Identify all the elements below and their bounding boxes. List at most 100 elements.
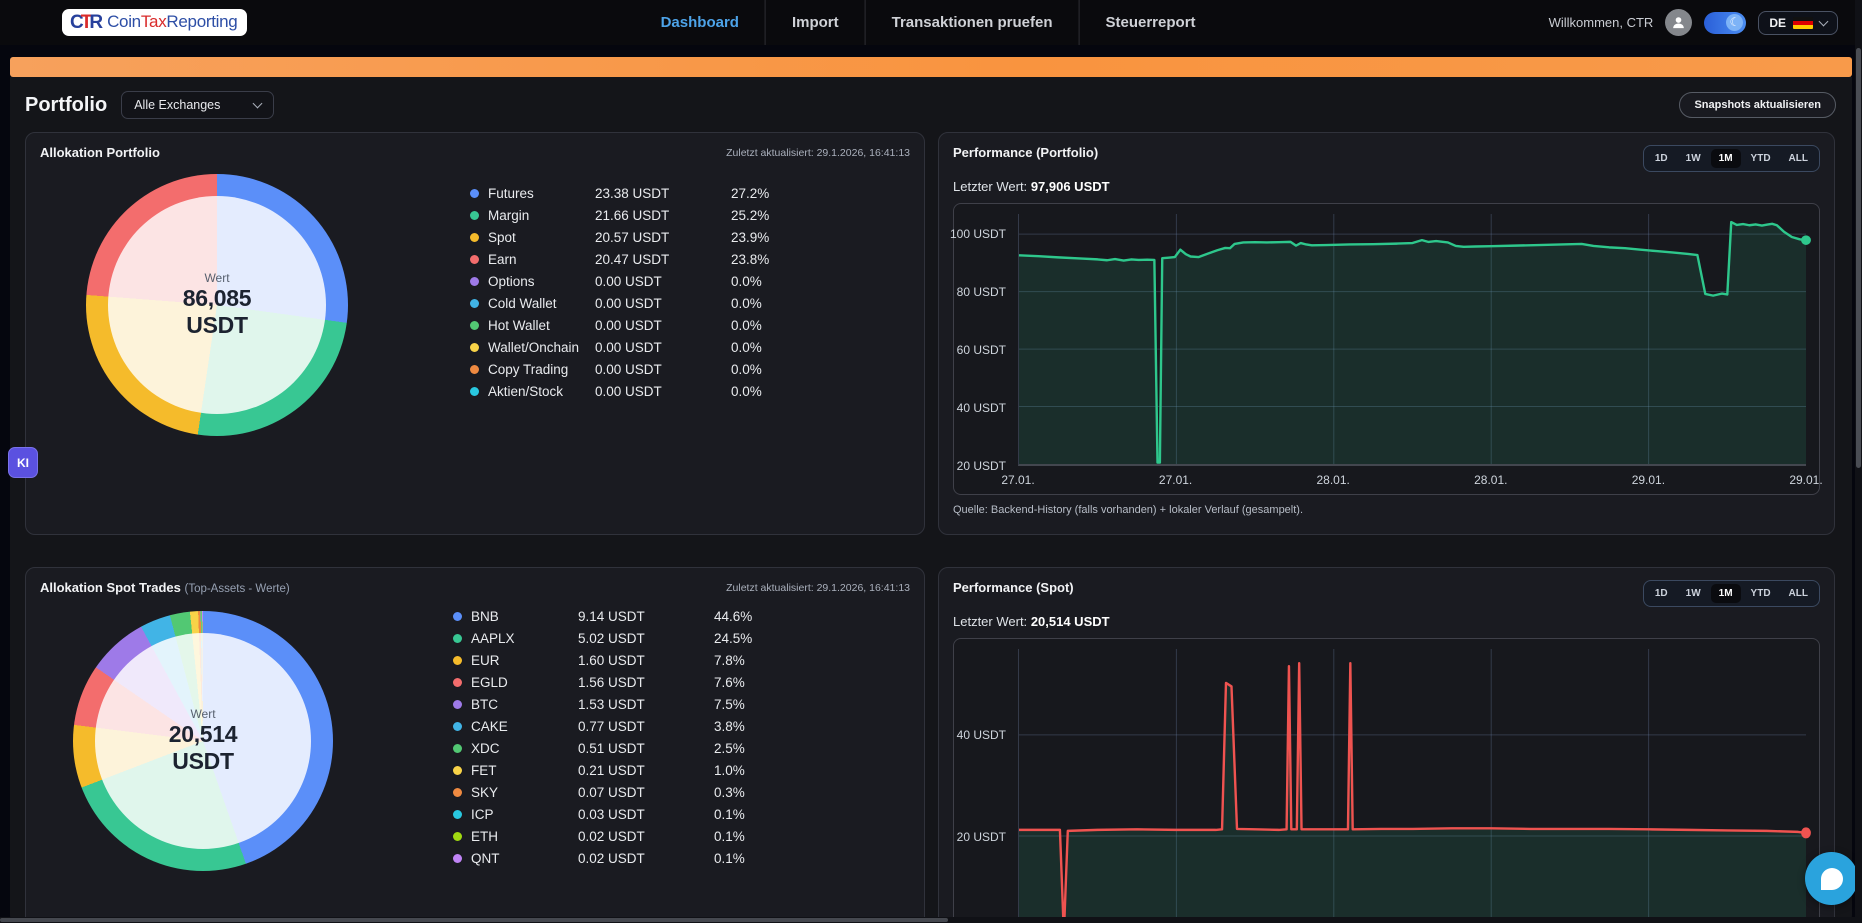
legend-percent: 0.0% bbox=[731, 274, 762, 289]
legend-item-icp: ICP0.03 USDT0.1% bbox=[453, 803, 752, 825]
y-axis: 0 USDT20 USDT40 USDT bbox=[954, 649, 1010, 923]
card-subtitle: (Top-Assets - Werte) bbox=[184, 583, 289, 595]
legend-value: 0.00 USDT bbox=[595, 384, 731, 399]
line-chart-svg bbox=[1019, 649, 1806, 923]
legend-item-eth: ETH0.02 USDT0.1% bbox=[453, 825, 752, 847]
user-avatar[interactable] bbox=[1665, 9, 1692, 36]
ctr-logo-icon: CTR bbox=[70, 13, 100, 32]
nav-item-transaktionen-pruefen[interactable]: Transaktionen pruefen bbox=[866, 0, 1079, 45]
nav-item-dashboard[interactable]: Dashboard bbox=[635, 0, 765, 45]
portfolio-performance-chart[interactable]: 20 USDT40 USDT60 USDT80 USDT100 USDT 27.… bbox=[953, 203, 1820, 495]
vertical-scrollbar-thumb[interactable] bbox=[1856, 48, 1861, 468]
legend-color-dot bbox=[470, 343, 479, 352]
legend-label: Margin bbox=[488, 208, 595, 223]
legend-percent: 0.1% bbox=[714, 829, 745, 844]
legend-value: 0.00 USDT bbox=[595, 340, 731, 355]
app-logo[interactable]: CTR CoinTaxReporting bbox=[62, 9, 247, 36]
legend-percent: 7.8% bbox=[714, 653, 745, 668]
legend-item-margin: Margin21.66 USDT25.2% bbox=[470, 204, 769, 226]
snapshots-refresh-button[interactable]: Snapshots aktualisieren bbox=[1679, 92, 1836, 118]
legend-percent: 0.0% bbox=[731, 296, 762, 311]
range-button-ytd[interactable]: YTD bbox=[1743, 149, 1779, 168]
last-value-row: Letzter Wert: 97,906 USDT bbox=[953, 179, 1820, 194]
x-axis: 27.01.27.01.28.01.28.01.29.01.29.01. bbox=[1018, 473, 1806, 489]
horizontal-scrollbar-thumb[interactable] bbox=[0, 918, 948, 922]
range-button-1d[interactable]: 1D bbox=[1647, 584, 1676, 603]
legend-percent: 0.0% bbox=[731, 362, 762, 377]
legend-label: BTC bbox=[471, 697, 578, 712]
range-button-1w[interactable]: 1W bbox=[1678, 149, 1709, 168]
x-axis-label: 28.01. bbox=[1317, 473, 1350, 487]
legend-value: 0.02 USDT bbox=[578, 851, 714, 866]
legend-color-dot bbox=[453, 810, 462, 819]
legend-label: SKY bbox=[471, 785, 578, 800]
nav-item-steuerreport[interactable]: Steuerreport bbox=[1080, 0, 1222, 45]
legend-percent: 25.2% bbox=[731, 208, 769, 223]
card-title: Performance (Spot) bbox=[953, 580, 1074, 595]
top-navigation-bar: CTR CoinTaxReporting DashboardImportTran… bbox=[0, 0, 1862, 45]
y-axis-label: 40 USDT bbox=[957, 401, 1006, 415]
legend-item-wallet-onchain: Wallet/Onchain0.00 USDT0.0% bbox=[470, 336, 769, 358]
dark-mode-toggle[interactable]: ☾ bbox=[1704, 12, 1746, 34]
legend-value: 1.53 USDT bbox=[578, 697, 714, 712]
legend-value: 20.57 USDT bbox=[595, 230, 731, 245]
german-flag-icon bbox=[1793, 17, 1813, 29]
range-button-all[interactable]: ALL bbox=[1781, 149, 1816, 168]
last-updated-timestamp: Zuletzt aktualisiert: 29.1.2026, 16:41:1… bbox=[726, 145, 910, 159]
range-button-1m[interactable]: 1M bbox=[1711, 584, 1741, 603]
legend-percent: 23.8% bbox=[731, 252, 769, 267]
legend-label: Cold Wallet bbox=[488, 296, 595, 311]
legend-value: 0.02 USDT bbox=[578, 829, 714, 844]
spot-performance-chart[interactable]: 0 USDT20 USDT40 USDT 26.01.27.01.28.01.2… bbox=[953, 638, 1820, 923]
dashboard-screen: CTR CoinTaxReporting DashboardImportTran… bbox=[0, 0, 1862, 923]
vertical-scrollbar[interactable] bbox=[1855, 0, 1862, 923]
legend-color-dot bbox=[453, 832, 462, 841]
legend-percent: 0.3% bbox=[714, 785, 745, 800]
portfolio-allocation-legend: Futures23.38 USDT27.2%Margin21.66 USDT25… bbox=[470, 182, 769, 436]
legend-percent: 0.0% bbox=[731, 384, 762, 399]
legend-label: Options bbox=[488, 274, 595, 289]
legend-item-copy-trading: Copy Trading0.00 USDT0.0% bbox=[470, 358, 769, 380]
legend-label: Futures bbox=[488, 186, 595, 201]
legend-item-options: Options0.00 USDT0.0% bbox=[470, 270, 769, 292]
legend-item-aktien-stock: Aktien/Stock0.00 USDT0.0% bbox=[470, 380, 769, 402]
y-axis: 20 USDT40 USDT60 USDT80 USDT100 USDT bbox=[954, 214, 1010, 466]
legend-color-dot bbox=[470, 189, 479, 198]
legend-color-dot bbox=[453, 788, 462, 797]
legend-value: 0.00 USDT bbox=[595, 318, 731, 333]
legend-label: Hot Wallet bbox=[488, 318, 595, 333]
legend-value: 1.56 USDT bbox=[578, 675, 714, 690]
x-axis-label: 27.01. bbox=[1159, 473, 1192, 487]
legend-color-dot bbox=[470, 211, 479, 220]
legend-color-dot bbox=[453, 854, 462, 863]
ki-assistant-button[interactable]: KI bbox=[8, 447, 38, 478]
language-selector[interactable]: DE bbox=[1758, 11, 1838, 35]
data-source-note: Quelle: Backend-History (falls vorhanden… bbox=[953, 504, 1820, 516]
horizontal-scrollbar[interactable] bbox=[0, 917, 1855, 923]
range-button-all[interactable]: ALL bbox=[1781, 584, 1816, 603]
header-right-group: Willkommen, CTR ☾ DE bbox=[1549, 0, 1838, 45]
plot-area bbox=[1018, 649, 1806, 923]
nav-item-import[interactable]: Import bbox=[766, 0, 865, 45]
last-value: 20,514 USDT bbox=[1031, 614, 1110, 629]
legend-value: 0.00 USDT bbox=[595, 362, 731, 377]
chat-widget-button[interactable] bbox=[1805, 852, 1858, 905]
legend-percent: 23.9% bbox=[731, 230, 769, 245]
legend-color-dot bbox=[453, 656, 462, 665]
legend-color-dot bbox=[453, 612, 462, 621]
legend-color-dot bbox=[470, 387, 479, 396]
range-button-1d[interactable]: 1D bbox=[1647, 149, 1676, 168]
range-button-ytd[interactable]: YTD bbox=[1743, 584, 1779, 603]
main-nav: DashboardImportTransaktionen pruefenSteu… bbox=[635, 0, 1222, 45]
y-axis-label: 20 USDT bbox=[957, 830, 1006, 844]
legend-color-dot bbox=[453, 700, 462, 709]
legend-item-futures: Futures23.38 USDT27.2% bbox=[470, 182, 769, 204]
exchange-filter-select[interactable]: Alle Exchanges bbox=[121, 91, 274, 119]
legend-item-cold-wallet: Cold Wallet0.00 USDT0.0% bbox=[470, 292, 769, 314]
range-button-1m[interactable]: 1M bbox=[1711, 149, 1741, 168]
range-button-1w[interactable]: 1W bbox=[1678, 584, 1709, 603]
plot-area bbox=[1018, 214, 1806, 466]
moon-icon: ☾ bbox=[1726, 14, 1743, 31]
legend-color-dot bbox=[453, 722, 462, 731]
legend-color-dot bbox=[470, 255, 479, 264]
